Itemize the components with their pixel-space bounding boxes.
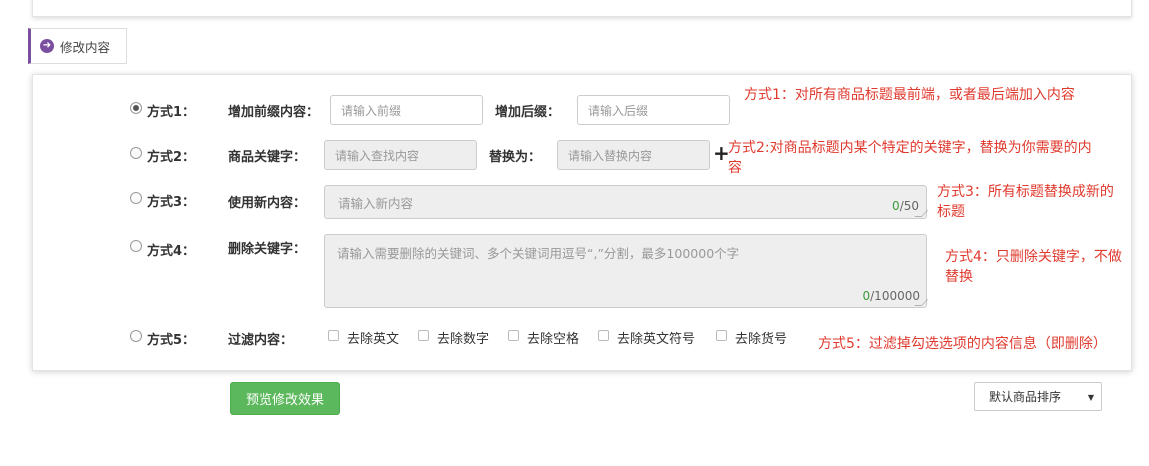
keyword-find-input[interactable]: 请输入查找内容 [324,140,477,170]
new-content-label: 使用新内容： [228,196,307,211]
note-method2-line1: 方式2:对商品标题内某个特定的关键字，替换为你需要的内 [728,140,1092,156]
note-method3-line1: 方式3：所有标题替换成新的 [937,184,1114,200]
suffix-input[interactable]: 请输入后缀 [577,95,730,125]
method5-label: 方式5： [147,333,196,348]
replace-input[interactable]: 请输入替换内容 [557,140,710,170]
filter-symbols-label: 去除英文符号 [617,332,696,347]
note-method2-line2: 容 [728,160,742,176]
sort-order-value: 默认商品排序 [989,390,1062,404]
filter-english-checkbox[interactable] [328,330,339,341]
filter-digits-label: 去除数字 [437,332,490,347]
filter-english-label: 去除英文 [347,332,400,347]
method2-label: 方式2： [147,150,196,165]
section-tab-label: 修改内容 [60,39,111,55]
chevron-down-icon: ▼ [1087,393,1094,402]
note-method3-line2: 标题 [937,204,965,220]
delete-keyword-label: 删除关键字： [228,242,307,257]
method4-radio[interactable] [130,240,142,252]
char-counter: 0/100000 [862,289,921,303]
method2-radio[interactable] [130,147,142,159]
method4-label: 方式4： [147,244,196,259]
new-content-placeholder: 请输入新内容 [338,195,414,211]
keyword-label: 商品关键字： [228,150,307,165]
page: ➜ 修改内容 方式1： 增加前缀内容： 请输入前缀 增加后缀： 请输入后缀 方式… [0,0,1149,466]
filter-sku-label: 去除货号 [735,332,788,347]
filter-digits-checkbox[interactable] [418,330,429,341]
method3-label: 方式3： [147,195,196,210]
method5-radio[interactable] [130,330,142,342]
filter-symbols-checkbox[interactable] [598,330,609,341]
sort-order-select[interactable]: 默认商品排序 ▼ [974,382,1102,411]
delete-keyword-placeholder: 请输入需要删除的关键词、多个关键词用逗号“,”分割，最多100000个字 [337,246,740,261]
delete-keyword-textarea[interactable]: 请输入需要删除的关键词、多个关键词用逗号“,”分割，最多100000个字 0/1… [324,234,929,308]
method3-radio[interactable] [130,192,142,204]
filter-spaces-label: 去除空格 [527,332,580,347]
filter-label: 过滤内容： [228,333,294,348]
section-tab-modify-content[interactable]: ➜ 修改内容 [28,28,127,64]
method1-label: 方式1： [147,105,196,120]
note-method5: 方式5：过滤掉勾选选项的内容信息（即删除） [818,336,1107,352]
replace-label: 替换为： [489,150,542,165]
method1-radio[interactable] [130,102,142,114]
prefix-input[interactable]: 请输入前缀 [330,95,483,125]
note-method4-line1: 方式4：只删除关键字，不做 [945,249,1122,265]
suffix-label: 增加后缀： [495,105,561,120]
top-panel [32,0,1132,17]
note-method1: 方式1：对所有商品标题最前端，或者最后端加入内容 [744,87,1075,103]
prefix-label: 增加前缀内容： [228,105,320,120]
filter-spaces-checkbox[interactable] [508,330,519,341]
char-counter: 0/50 [892,199,919,213]
new-content-input[interactable]: 请输入新内容 0/50 [324,185,929,219]
note-method4-line2: 替换 [945,269,973,285]
arrow-right-circle-icon: ➜ [40,39,54,53]
filter-sku-checkbox[interactable] [716,330,727,341]
preview-changes-button[interactable]: 预览修改效果 [230,382,340,415]
